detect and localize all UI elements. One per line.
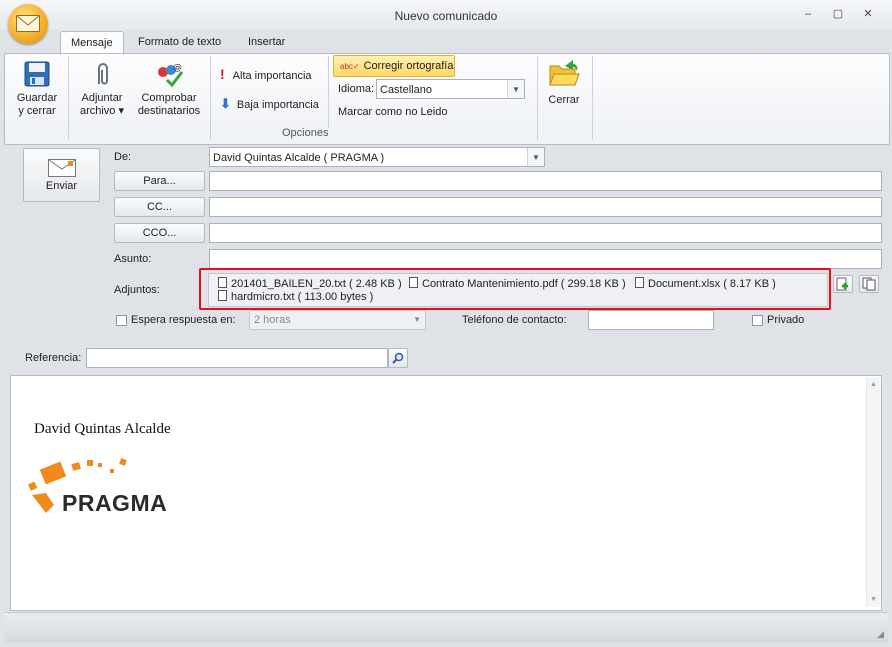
save-close-label-1: Guardar	[16, 92, 58, 104]
save-close-label-2: y cerrar	[18, 105, 56, 117]
contact-phone-field[interactable]	[588, 310, 714, 330]
to-field[interactable]	[209, 171, 882, 191]
vertical-scrollbar[interactable]: ▲ ▼	[866, 377, 881, 607]
subject-label: Asunto:	[114, 253, 152, 265]
copy-attachments-button[interactable]	[859, 275, 879, 293]
attachments-highlight	[199, 268, 831, 310]
copy-icon	[862, 277, 876, 291]
cc-field[interactable]	[209, 197, 882, 217]
send-label: Enviar	[45, 180, 78, 192]
folder-open-icon	[549, 60, 580, 86]
close-window-button[interactable]: ✕	[858, 6, 878, 22]
private-label: Privado	[767, 314, 805, 326]
check-recipients-icon: @	[158, 63, 184, 88]
paperclip-icon	[98, 63, 108, 85]
attach-label-1: Adjuntar	[81, 92, 123, 104]
spellcheck-icon: abc✓	[340, 62, 360, 71]
language-value: Castellano	[380, 84, 432, 96]
chevron-down-icon[interactable]: ▼	[413, 311, 421, 329]
add-attachment-icon	[836, 277, 848, 291]
from-label: De:	[114, 151, 132, 163]
ribbon-separator	[68, 56, 69, 140]
status-bar: ◢	[4, 612, 888, 643]
reference-label: Referencia:	[25, 352, 82, 364]
ribbon-separator	[210, 56, 211, 140]
minimize-button[interactable]: –	[798, 6, 818, 22]
contact-phone-label: Teléfono de contacto:	[462, 314, 567, 326]
private-checkbox[interactable]	[752, 315, 763, 326]
low-importance-button[interactable]: ⬇ Baja importancia	[220, 96, 319, 112]
scroll-up-icon[interactable]: ▲	[870, 381, 877, 388]
search-icon	[392, 352, 404, 364]
reference-search-button[interactable]	[388, 348, 408, 368]
check-recipients-button[interactable]: @ Comprobar destinatarios	[134, 60, 204, 118]
low-importance-label: Baja importancia	[236, 99, 319, 111]
language-select[interactable]: Castellano ▼	[376, 79, 525, 99]
spellcheck-label: Corregir ortografía	[363, 60, 454, 72]
attach-file-button[interactable]: Adjuntar archivo ▾	[76, 60, 128, 118]
add-attachment-button[interactable]	[833, 275, 853, 293]
tab-insertar[interactable]: Insertar	[238, 31, 295, 53]
floppy-disk-icon	[24, 61, 50, 87]
down-arrow-icon: ⬇	[220, 96, 231, 111]
from-value: David Quintas Alcalde ( PRAGMA )	[213, 152, 385, 164]
pragma-logo-text: PRAGMA	[62, 490, 168, 516]
attach-label-2: archivo ▾	[79, 105, 125, 117]
send-button[interactable]: Enviar	[23, 148, 100, 202]
ribbon-separator	[328, 56, 329, 128]
signature-name: David Quintas Alcalde	[34, 421, 171, 437]
exclamation-icon: !	[220, 66, 225, 82]
send-envelope-icon	[47, 159, 76, 177]
await-reply-label: Espera respuesta en:	[131, 314, 236, 326]
bcc-button[interactable]: CCO...	[114, 223, 205, 243]
from-select[interactable]: David Quintas Alcalde ( PRAGMA ) ▼	[209, 147, 545, 167]
close-button[interactable]: Cerrar	[542, 56, 586, 107]
await-reply-checkbox[interactable]	[116, 315, 127, 326]
close-label: Cerrar	[548, 94, 580, 106]
attachments-label: Adjuntos:	[114, 284, 160, 296]
high-importance-button[interactable]: ! Alta importancia	[220, 66, 312, 82]
app-menu-button[interactable]	[8, 4, 48, 44]
tab-formato-de-texto[interactable]: Formato de texto	[128, 31, 231, 53]
ribbon-separator	[537, 56, 538, 140]
ribbon-separator	[592, 56, 593, 140]
await-reply-select[interactable]: 2 horas ▼	[249, 310, 426, 330]
to-button[interactable]: Para...	[114, 171, 205, 191]
check-recipients-label-1: Comprobar	[141, 92, 197, 104]
tab-mensaje[interactable]: Mensaje	[60, 31, 124, 54]
bcc-field[interactable]	[209, 223, 882, 243]
ribbon-group-label: Opciones	[282, 127, 329, 139]
scroll-down-icon[interactable]: ▼	[870, 596, 877, 603]
check-recipients-label-2: destinatarios	[137, 105, 201, 117]
mark-unread-link[interactable]: Marcar como no Leido	[338, 106, 447, 118]
chevron-down-icon[interactable]: ▼	[507, 80, 524, 98]
high-importance-label: Alta importancia	[232, 70, 312, 82]
spellcheck-button[interactable]: abc✓ Corregir ortografía	[333, 55, 455, 77]
cc-button[interactable]: CC...	[114, 197, 205, 217]
await-reply-value: 2 horas	[254, 314, 291, 326]
save-close-button[interactable]: Guardar y cerrar	[12, 60, 62, 118]
resize-grip-icon[interactable]: ◢	[877, 629, 884, 640]
subject-field[interactable]	[209, 249, 882, 269]
language-label: Idioma:	[338, 83, 375, 95]
chevron-down-icon[interactable]: ▼	[527, 148, 544, 166]
envelope-icon	[16, 15, 40, 32]
maximize-button[interactable]: ▢	[828, 6, 848, 22]
svg-text:@: @	[173, 63, 182, 73]
window-title: Nuevo comunicado	[394, 9, 498, 23]
reference-field[interactable]	[86, 348, 388, 368]
